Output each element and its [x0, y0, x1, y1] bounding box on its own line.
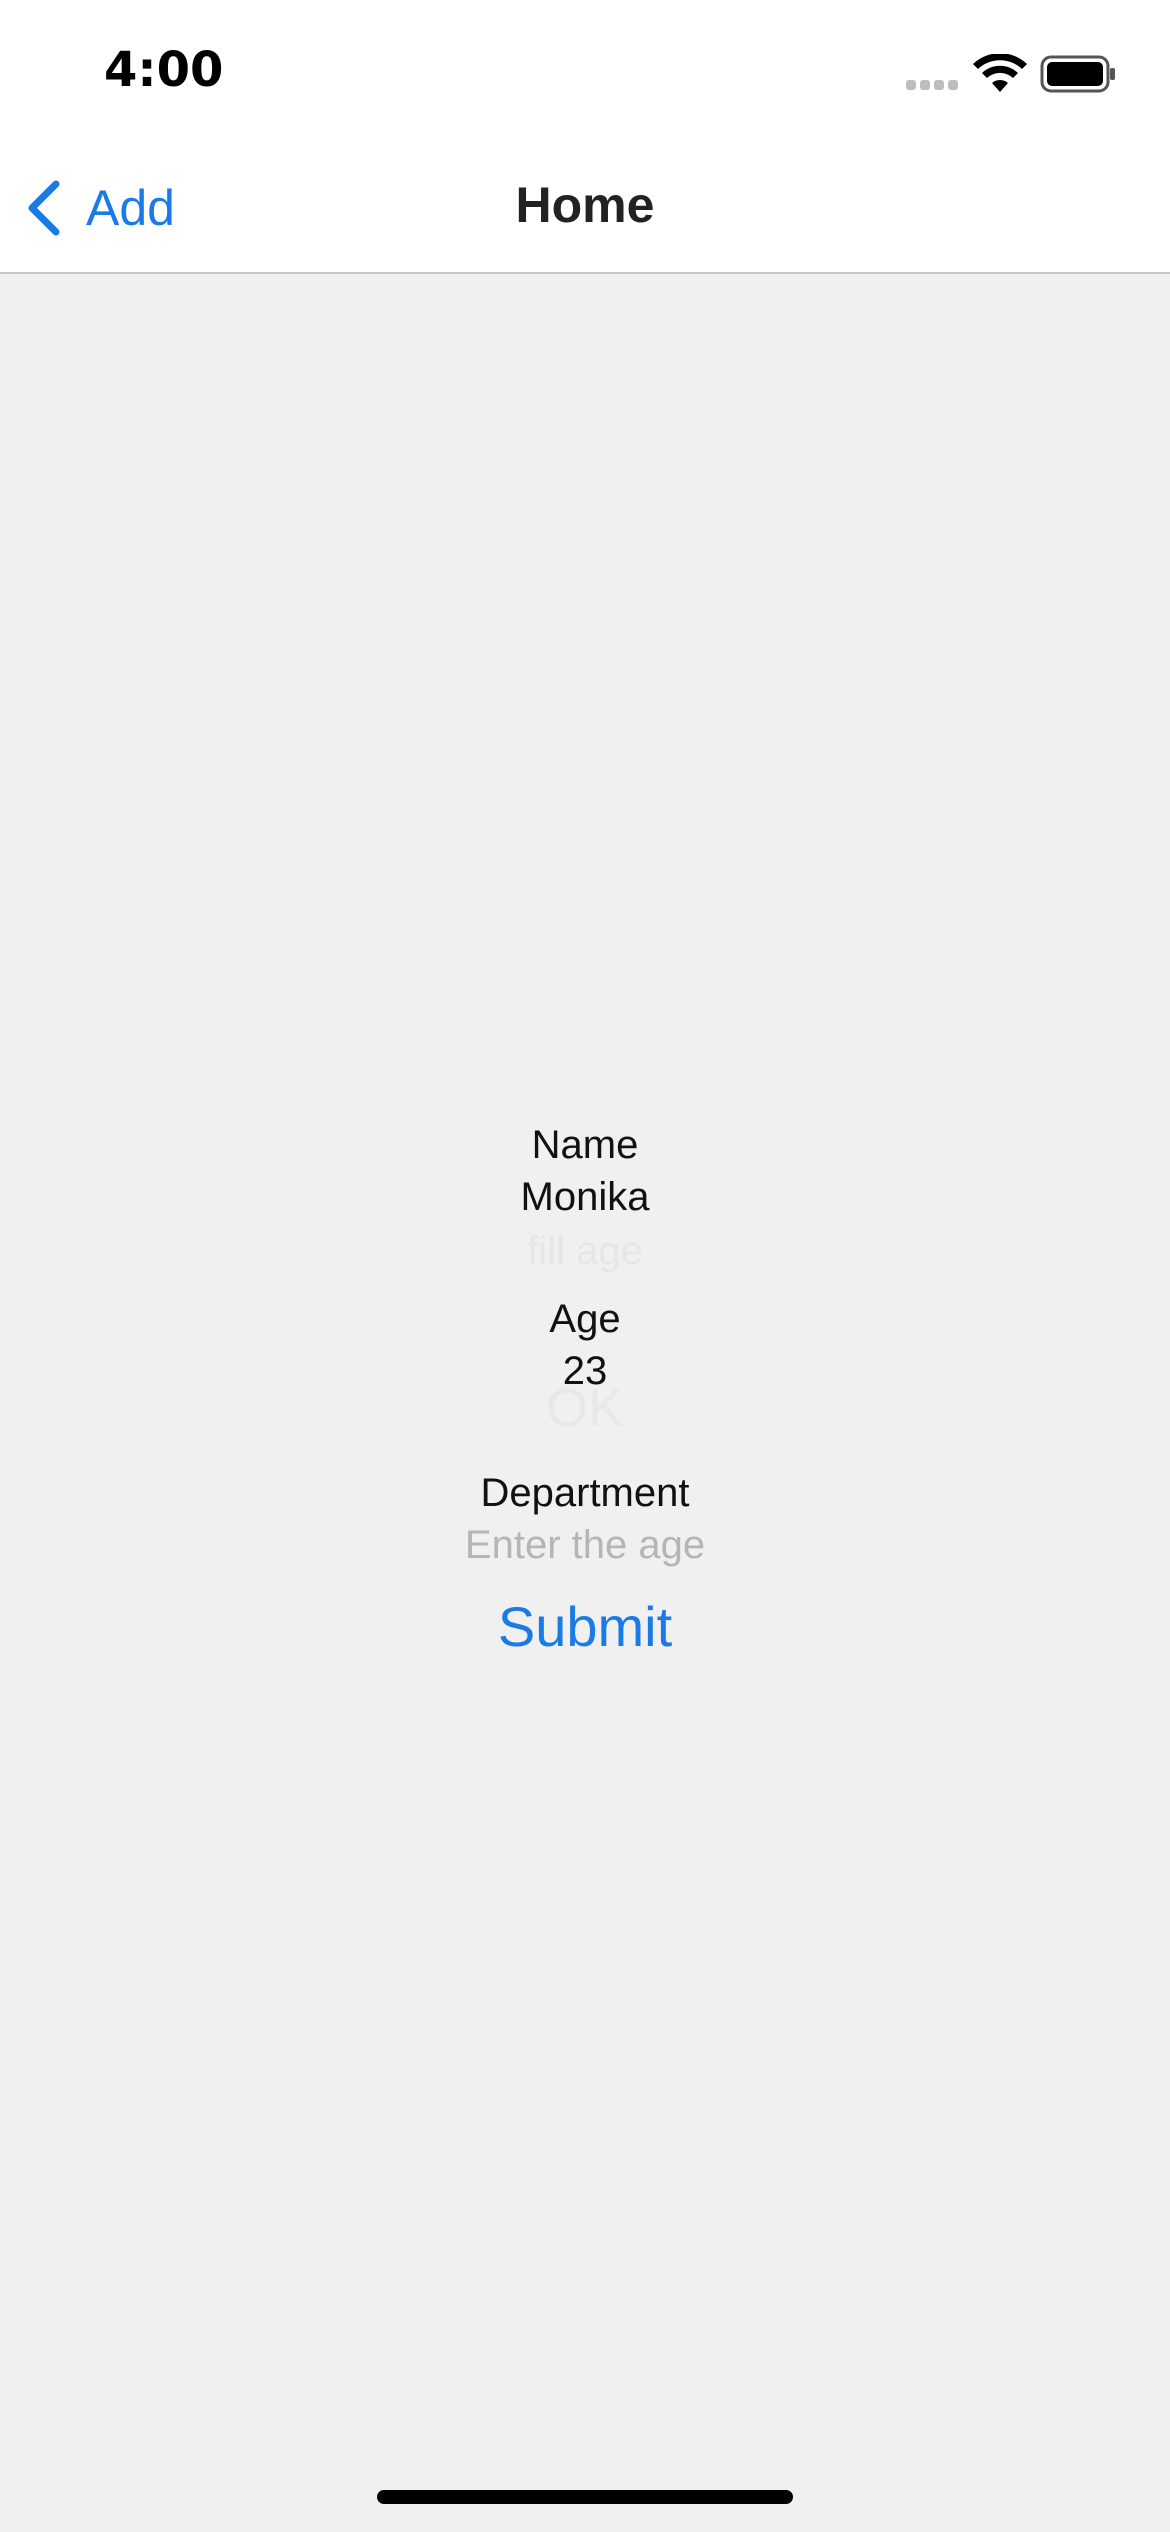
status-bar: 4:00 — [0, 0, 1170, 140]
name-input[interactable] — [385, 1172, 785, 1222]
department-input[interactable] — [385, 1520, 785, 1570]
battery-icon — [1040, 55, 1115, 93]
navigation-bar: Add Home — [0, 140, 1170, 274]
name-hint: fill age — [527, 1229, 643, 1273]
age-label: Age — [549, 1297, 621, 1341]
cellular-signal-icon — [906, 80, 958, 90]
submit-button[interactable]: Submit — [385, 1592, 785, 1662]
status-time: 4:00 — [104, 42, 224, 98]
ok-button[interactable]: OK — [485, 1376, 685, 1440]
wifi-icon — [973, 54, 1027, 92]
department-label: Department — [480, 1471, 690, 1515]
home-indicator[interactable] — [377, 2490, 793, 2504]
page-title: Home — [515, 177, 655, 233]
name-label: Name — [531, 1123, 639, 1167]
content-area: Name fill age Age OK Department Submit — [0, 274, 1170, 2532]
